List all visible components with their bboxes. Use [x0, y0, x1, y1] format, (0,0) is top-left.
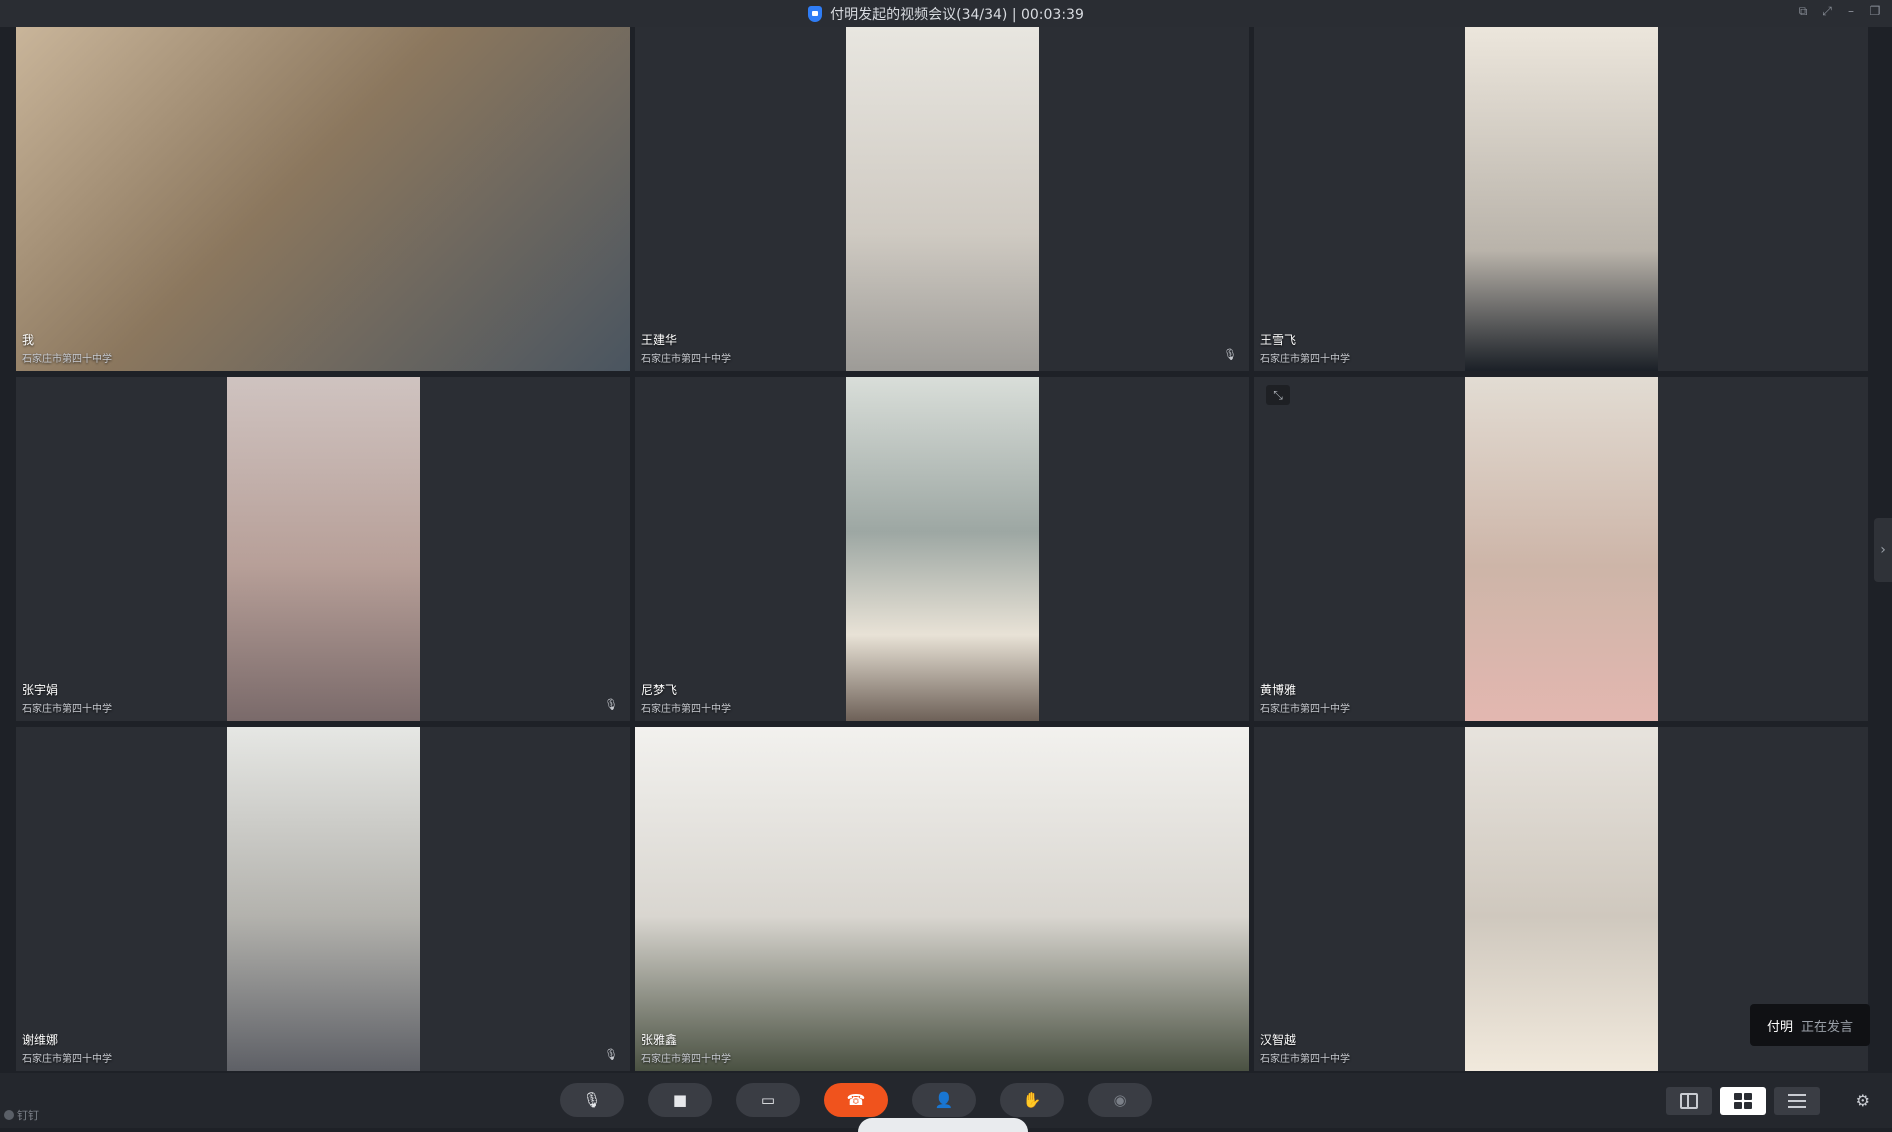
participant-tile[interactable]: 张雅鑫 石家庄市第四十中学 — [635, 727, 1249, 1071]
participant-tile[interactable]: 张宇娟 石家庄市第四十中学 🎙 — [16, 377, 630, 721]
participant-org: 石家庄市第四十中学 — [22, 704, 112, 715]
video-feed — [1465, 377, 1658, 721]
camera-icon: ■ — [672, 1091, 688, 1109]
fullscreen-icon[interactable]: ⤢ — [1820, 4, 1834, 19]
secure-shield-icon — [808, 5, 823, 22]
participant-org: 石家庄市第四十中学 — [641, 704, 731, 715]
hang-up-button[interactable]: ☎ — [824, 1083, 888, 1117]
raise-hand-icon: ✋ — [1022, 1091, 1042, 1109]
participant-name: 我 — [22, 333, 35, 347]
participant-name: 王建华 — [641, 333, 678, 347]
hang-up-drawer — [858, 1118, 1028, 1132]
mic-icon: 🎙 — [1223, 348, 1237, 361]
list-view-icon — [1788, 1094, 1806, 1108]
participant-org: 石家庄市第四十中学 — [22, 354, 112, 365]
dingtalk-logo-icon — [4, 1110, 14, 1120]
participant-name: 尼梦飞 — [641, 683, 678, 697]
record-button[interactable]: ◉ — [1088, 1083, 1152, 1117]
participant-tile[interactable]: 王建华 石家庄市第四十中学 🎙 — [635, 27, 1249, 371]
mic-icon: 🎙 — [604, 1048, 618, 1061]
participant-tile[interactable]: 王雪飞 石家庄市第四十中学 — [1254, 27, 1868, 371]
settings-icon[interactable]: ⚙ — [1856, 1091, 1870, 1110]
video-grid: 我 石家庄市第四十中学 王建华 石家庄市第四十中学 🎙 王雪飞 石家庄市第四十中… — [16, 27, 1868, 1073]
participant-name: 张雅鑫 — [641, 1033, 678, 1047]
participant-tile[interactable]: 谢维娜 石家庄市第四十中学 🎙 — [16, 727, 630, 1071]
participant-org: 石家庄市第四十中学 — [1260, 1054, 1350, 1065]
expand-icon[interactable]: ⤡ — [1266, 385, 1290, 405]
raise-hand-button[interactable]: ✋ — [1000, 1083, 1064, 1117]
participant-org: 石家庄市第四十中学 — [22, 1054, 112, 1065]
speaker-view-button[interactable] — [1666, 1087, 1712, 1115]
video-feed — [1465, 727, 1658, 1071]
share-screen-button[interactable]: ▭ — [736, 1083, 800, 1117]
video-feed — [846, 377, 1039, 721]
participant-name: 谢维娜 — [22, 1033, 59, 1047]
camera-button[interactable]: ■ — [648, 1083, 712, 1117]
participant-name: 黄博雅 — [1260, 683, 1297, 697]
video-feed — [227, 377, 420, 721]
list-view-button[interactable] — [1774, 1087, 1820, 1115]
participant-org: 石家庄市第四十中学 — [641, 354, 731, 365]
speaking-indicator: 付明 正在发言 — [1750, 1004, 1870, 1046]
participant-name: 汉智越 — [1260, 1033, 1297, 1047]
screen-share-icon: ▭ — [760, 1091, 776, 1109]
hang-up-icon: ☎ — [846, 1091, 866, 1109]
grid-view-icon — [1734, 1093, 1752, 1109]
participant-org: 石家庄市第四十中学 — [641, 1054, 731, 1065]
minimize-icon[interactable]: – — [1844, 4, 1858, 19]
speaker-status: 正在发言 — [1801, 1019, 1854, 1035]
participant-org: 石家庄市第四十中学 — [1260, 704, 1350, 715]
speaker-name: 付明 — [1766, 1019, 1793, 1035]
video-feed — [16, 27, 630, 371]
participant-tile[interactable]: ⤡ 黄博雅 石家庄市第四十中学 — [1254, 377, 1868, 721]
participant-tile[interactable]: 尼梦飞 石家庄市第四十中学 — [635, 377, 1249, 721]
participant-name: 张宇娟 — [22, 683, 59, 697]
members-button[interactable]: 👤 — [912, 1083, 976, 1117]
window-controls: ⧉ ⤢ – ❐ — [1796, 4, 1882, 19]
record-icon: ◉ — [1113, 1091, 1127, 1109]
participant-name: 王雪飞 — [1260, 333, 1297, 347]
microphone-icon: 🎙 — [582, 1091, 602, 1109]
title-bar: 付明发起的视频会议(34/34) | 00:03:39 ⧉ ⤢ – ❐ — [0, 0, 1892, 27]
pip-icon[interactable]: ⧉ — [1796, 4, 1810, 19]
members-icon: 👤 — [934, 1091, 954, 1109]
brand-label: 钉钉 — [17, 1109, 39, 1122]
speaker-view-icon — [1680, 1093, 1698, 1109]
restore-icon[interactable]: ❐ — [1868, 4, 1882, 19]
participant-tile[interactable]: 我 石家庄市第四十中学 — [16, 27, 630, 371]
video-feed — [846, 27, 1039, 371]
mute-button[interactable]: 🎙 — [560, 1083, 624, 1117]
participant-org: 石家庄市第四十中学 — [1260, 354, 1350, 365]
grid-view-button[interactable] — [1720, 1087, 1766, 1115]
video-feed — [635, 727, 1249, 1071]
next-page-icon[interactable]: › — [1874, 518, 1892, 582]
video-feed — [1465, 27, 1658, 371]
brand: 钉钉 — [4, 1107, 39, 1123]
meeting-title: 付明发起的视频会议(34/34) | 00:03:39 — [830, 6, 1084, 23]
video-feed — [227, 727, 420, 1071]
mic-icon: 🎙 — [604, 698, 618, 711]
